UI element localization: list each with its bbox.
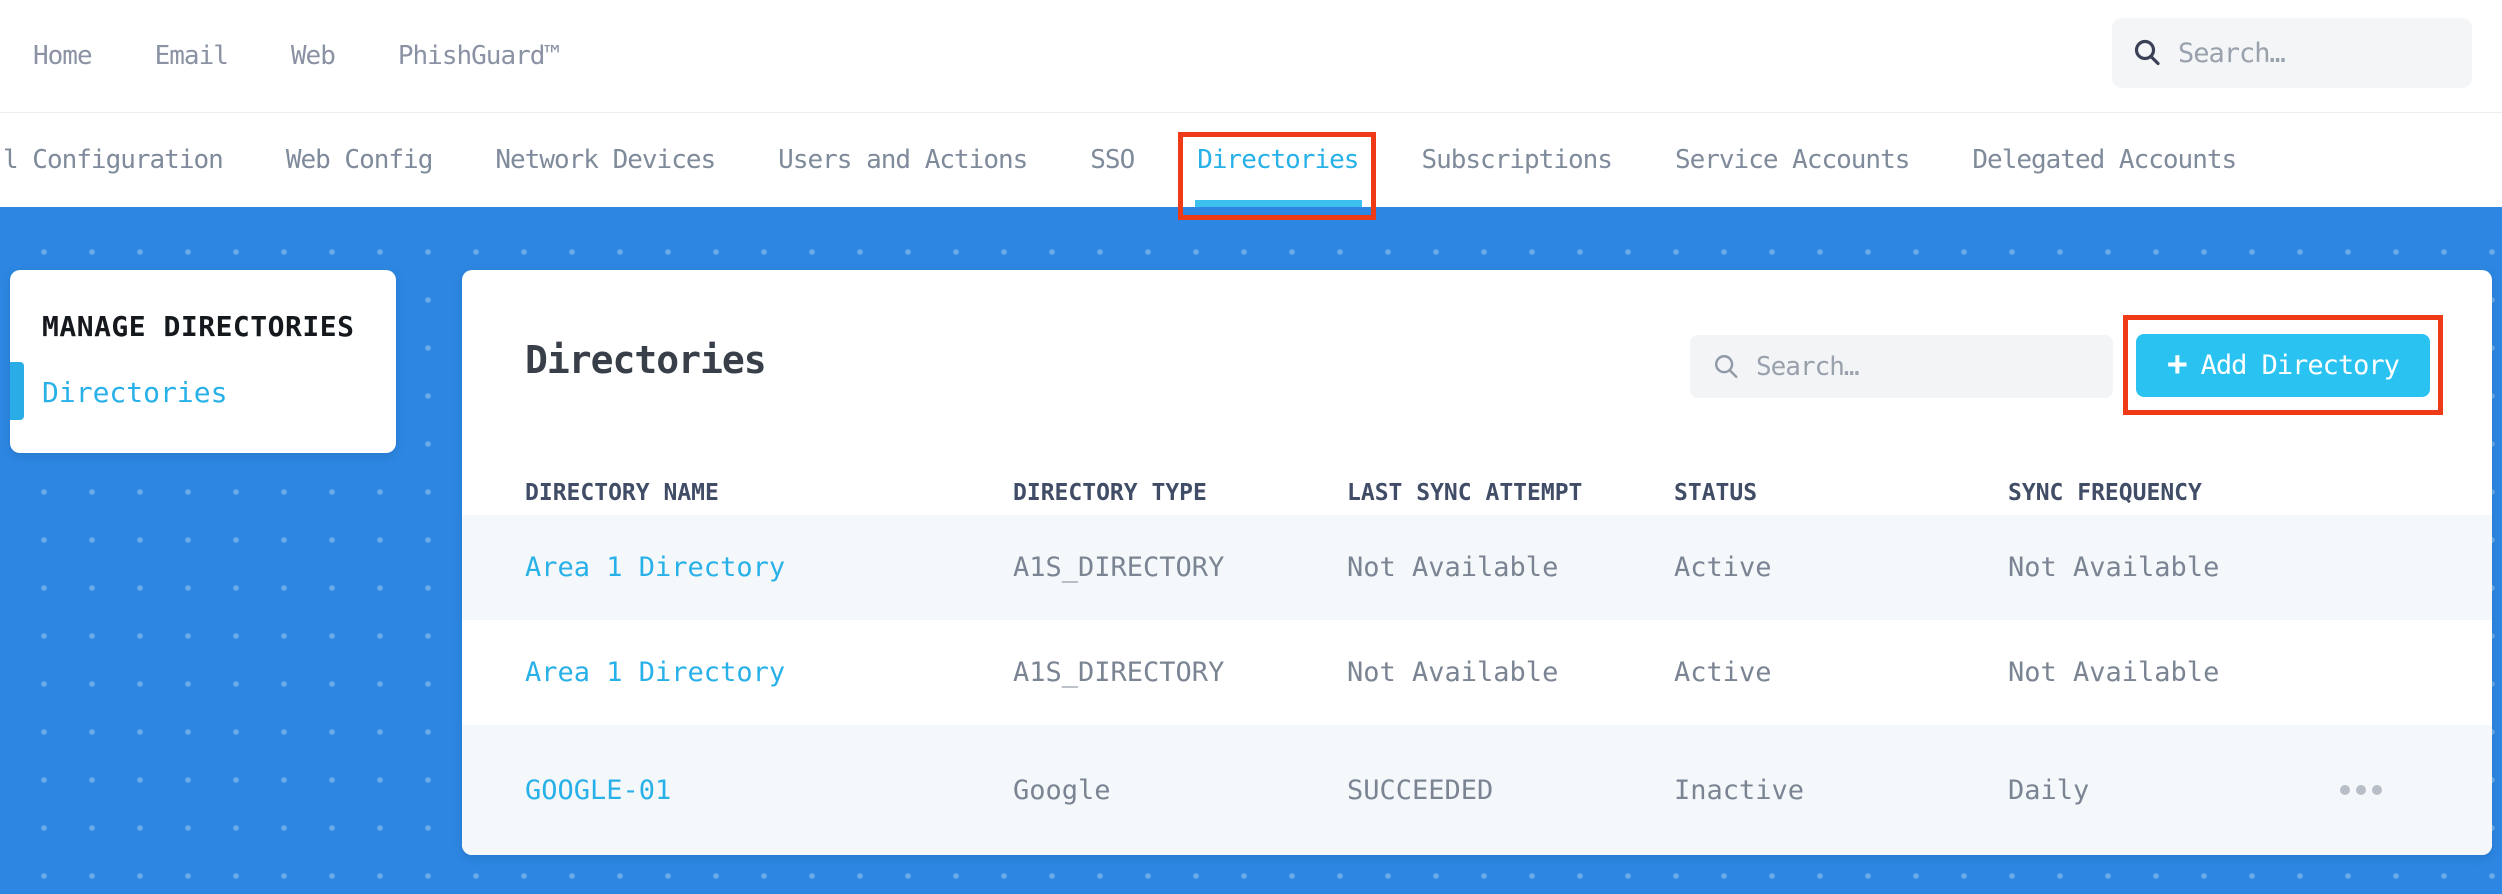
directory-name-link[interactable]: Area 1 Directory bbox=[525, 552, 1013, 583]
settings-tab-bar: l Configuration Web Config Network Devic… bbox=[0, 112, 2502, 220]
column-header-directory-type: DIRECTORY TYPE bbox=[1013, 479, 1207, 506]
manage-directories-panel: MANAGE DIRECTORIES Directories bbox=[10, 270, 396, 453]
status-value: Active bbox=[1674, 657, 1772, 688]
directories-search-input[interactable] bbox=[1740, 351, 2113, 382]
search-icon bbox=[1712, 353, 1740, 381]
tab-directories-label: Directories bbox=[1197, 145, 1359, 175]
active-tab-underline bbox=[1195, 200, 1363, 207]
directory-type-value: Google bbox=[1013, 774, 1111, 806]
table-row: Area 1 Directory A1S_DIRECTORY Not Avail… bbox=[462, 515, 2492, 620]
column-header-status: STATUS bbox=[1674, 479, 1758, 506]
last-sync-attempt-value: Not Available bbox=[1347, 552, 1559, 583]
topnav-item-phishguard[interactable]: PhishGuard™ bbox=[398, 41, 560, 71]
tab-network-devices[interactable]: Network Devices bbox=[495, 145, 716, 175]
tab-email-configuration[interactable]: l Configuration bbox=[3, 145, 224, 175]
last-sync-attempt-value: SUCCEEDED bbox=[1347, 774, 1494, 806]
page-title: Directories bbox=[525, 338, 767, 382]
plus-icon: + bbox=[2167, 343, 2188, 384]
column-header-last-sync-attempt: LAST SYNC ATTEMPT bbox=[1347, 479, 1583, 506]
directories-table: DIRECTORY NAME DIRECTORY TYPE LAST SYNC … bbox=[462, 470, 2492, 855]
directories-panel: Directories + Add Directory DIRECTORY NA… bbox=[462, 270, 2492, 855]
tab-web-config[interactable]: Web Config bbox=[286, 145, 434, 175]
topnav-item-email[interactable]: Email bbox=[155, 41, 229, 71]
tab-delegated-accounts[interactable]: Delegated Accounts bbox=[1972, 145, 2237, 175]
global-search-input[interactable] bbox=[2162, 37, 2472, 69]
sync-frequency-value: Daily bbox=[2008, 774, 2090, 806]
table-row: Area 1 Directory A1S_DIRECTORY Not Avail… bbox=[462, 620, 2492, 725]
table-header-row: DIRECTORY NAME DIRECTORY TYPE LAST SYNC … bbox=[462, 470, 2492, 515]
ellipsis-menu-icon[interactable] bbox=[2334, 779, 2388, 801]
directories-search-box[interactable] bbox=[1690, 335, 2113, 398]
status-value: Inactive bbox=[1674, 774, 1805, 806]
sync-frequency-value: Not Available bbox=[2008, 657, 2220, 688]
tab-directories[interactable]: Directories bbox=[1178, 132, 1377, 220]
topnav-item-home[interactable]: Home bbox=[33, 41, 93, 71]
sync-frequency-value: Not Available bbox=[2008, 552, 2220, 583]
topnav-item-web[interactable]: Web bbox=[291, 41, 336, 71]
column-header-directory-name: DIRECTORY NAME bbox=[525, 479, 719, 506]
tab-users-and-actions[interactable]: Users and Actions bbox=[778, 145, 1028, 175]
global-search-box[interactable] bbox=[2112, 18, 2472, 88]
tab-sso[interactable]: SSO bbox=[1090, 145, 1135, 175]
directory-name-link[interactable]: GOOGLE-01 bbox=[525, 775, 1013, 806]
status-value: Active bbox=[1674, 552, 1772, 583]
tab-service-accounts[interactable]: Service Accounts bbox=[1675, 145, 1910, 175]
sidebar-item-directories[interactable]: Directories bbox=[42, 376, 227, 409]
sidebar-active-indicator bbox=[10, 362, 24, 420]
directory-type-value: A1S_DIRECTORY bbox=[1013, 657, 1225, 688]
add-directory-button-label: Add Directory bbox=[2200, 349, 2400, 381]
red-annotation-box-button: + Add Directory bbox=[2123, 315, 2443, 415]
search-icon bbox=[2132, 38, 2162, 68]
top-navigation-bar: Home Email Web PhishGuard™ bbox=[0, 0, 2502, 112]
add-directory-button[interactable]: + Add Directory bbox=[2136, 333, 2430, 397]
last-sync-attempt-value: Not Available bbox=[1347, 657, 1559, 688]
table-row: GOOGLE-01 Google SUCCEEDED Inactive Dail… bbox=[462, 725, 2492, 855]
tab-subscriptions[interactable]: Subscriptions bbox=[1421, 145, 1612, 175]
directory-name-link[interactable]: Area 1 Directory bbox=[525, 657, 1013, 688]
column-header-sync-frequency: SYNC FREQUENCY bbox=[2008, 479, 2202, 506]
sidebar-title: MANAGE DIRECTORIES bbox=[42, 310, 355, 343]
directory-type-value: A1S_DIRECTORY bbox=[1013, 552, 1225, 583]
